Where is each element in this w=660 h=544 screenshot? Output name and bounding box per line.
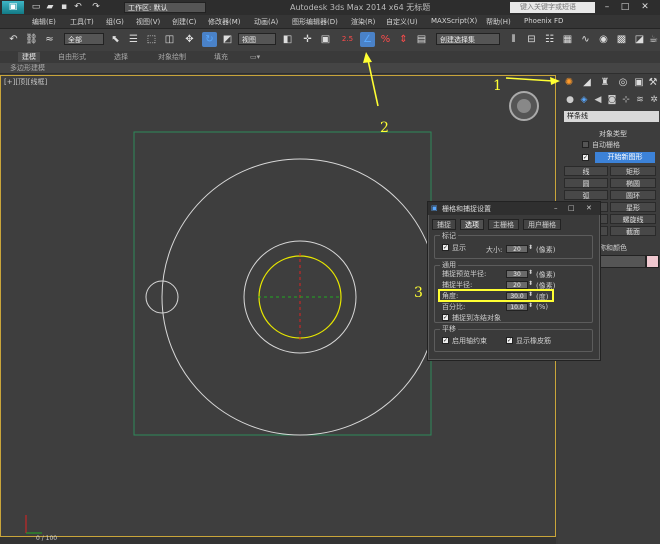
arrow-2-head: [363, 52, 372, 63]
annotation-arrows: [363, 52, 560, 107]
annotation-2: 2: [380, 120, 389, 136]
annotation-3: 3: [414, 285, 423, 301]
annotation-1: 1: [493, 78, 502, 94]
arrow-1-line: [505, 77, 554, 82]
arrow-1-head: [550, 77, 560, 85]
arrow-2-line: [367, 59, 379, 107]
